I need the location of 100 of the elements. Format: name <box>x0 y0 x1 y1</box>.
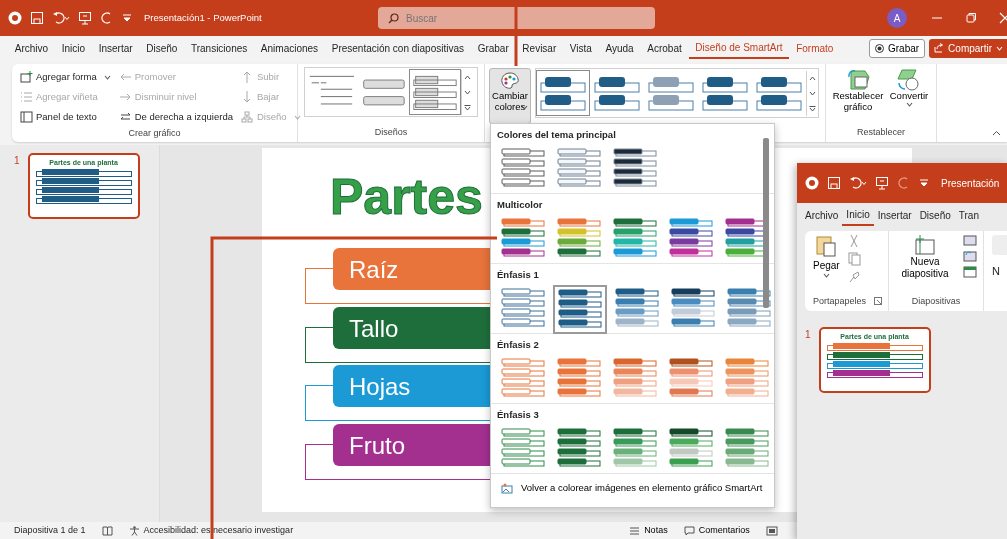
ribbon-tab[interactable]: Diseño <box>915 204 955 226</box>
layout-icon[interactable] <box>963 234 978 246</box>
ribbon-tab[interactable]: Insertar <box>873 204 916 226</box>
accessibility-status[interactable]: Accesibilidad: es necesario investigar <box>143 523 294 538</box>
ribbon-command: Promover <box>116 67 235 87</box>
ribbon-command[interactable]: Panel de texto <box>18 107 113 127</box>
palette-icon <box>500 71 520 91</box>
notes-button[interactable]: Notas <box>629 523 668 538</box>
section-heading: Multicolor <box>497 198 544 212</box>
color-scheme-drawing <box>557 218 601 259</box>
ribbon-tab[interactable]: Archivo <box>801 204 843 226</box>
ribbon-tab[interactable]: Insertar <box>91 37 140 59</box>
color-scheme-drawing <box>669 218 713 259</box>
window-title: Presentación <box>941 176 1000 191</box>
caret-icon <box>996 45 1003 51</box>
notes-book-icon[interactable] <box>101 525 113 536</box>
section-heading: Énfasis 3 <box>497 408 540 422</box>
color-scheme-drawing <box>669 428 713 469</box>
slide-number: 1 <box>805 328 811 342</box>
ribbon-tab[interactable]: Inicio <box>842 204 874 226</box>
reset-icon[interactable] <box>963 250 978 262</box>
ribbon-command[interactable]: Agregar forma <box>18 67 113 87</box>
accessibility-icon[interactable] <box>128 525 140 536</box>
add-shape-icon <box>20 71 33 83</box>
ribbon-button[interactable]: Restablecer gráfico <box>832 67 884 113</box>
ribbon-tab[interactable]: Diseño <box>139 37 185 59</box>
swap-arrows-icon <box>118 111 132 123</box>
app-logo-icon[interactable] <box>805 176 819 190</box>
ribbon-tab[interactable]: Transiciones <box>184 37 255 59</box>
notes-icon <box>629 526 641 535</box>
color-scheme-drawing <box>501 148 545 189</box>
clipboard-icon <box>815 234 838 258</box>
ribbon-tab[interactable]: Formato <box>789 37 841 59</box>
ribbon-tab[interactable]: Ayuda <box>598 37 641 59</box>
color-scheme-drawing <box>557 428 601 469</box>
color-scheme-drawing <box>615 288 659 329</box>
record-icon <box>874 43 884 53</box>
ribbon-tab[interactable]: Inicio <box>54 37 92 59</box>
color-scheme-drawing <box>557 358 601 399</box>
ribbon-button[interactable]: Convertir <box>888 67 930 113</box>
picture-icon <box>501 482 513 494</box>
ribbon-command: Diseño <box>238 107 303 127</box>
customize-icon[interactable] <box>919 178 929 188</box>
save-icon[interactable] <box>30 11 44 25</box>
slide-title: Partes <box>330 169 483 225</box>
color-scheme-drawing <box>501 288 545 329</box>
bullet-list-icon <box>20 91 33 103</box>
normal-view-icon[interactable] <box>765 525 778 536</box>
restore-icon[interactable] <box>965 12 977 24</box>
account-avatar[interactable]: A <box>887 8 907 28</box>
presenter-icon[interactable] <box>875 176 889 190</box>
ribbon-command: Agregar viñeta <box>18 87 113 107</box>
color-scheme-drawing <box>613 148 657 189</box>
right-arrow-icon <box>118 91 132 103</box>
change-colors-button[interactable]: Cambiar colores <box>489 68 531 124</box>
share-icon <box>934 43 945 53</box>
search-field[interactable]: Buscar <box>378 7 655 29</box>
section-icon[interactable] <box>963 266 978 278</box>
collapse-ribbon-icon[interactable] <box>992 130 1001 136</box>
slide-count: Diapositiva 1 de 1 <box>14 523 86 537</box>
undo-icon[interactable] <box>52 11 70 25</box>
dialog-launcher-icon[interactable] <box>874 297 883 306</box>
save-icon[interactable] <box>827 176 841 190</box>
color-scheme-drawing <box>671 288 715 329</box>
color-scheme-drawing <box>613 428 657 469</box>
ribbon-tab[interactable]: Vista <box>563 37 599 59</box>
ribbon-command: Bajar <box>238 87 303 107</box>
window-title: Presentación1 - PowerPoint <box>144 10 262 25</box>
brush-icon[interactable] <box>847 270 860 284</box>
layout-thumbnail[interactable] <box>409 69 461 115</box>
slide-number: 1 <box>14 154 20 168</box>
ribbon-command[interactable]: De derecha a izquierda <box>116 107 235 127</box>
text-pane-icon <box>20 111 33 123</box>
hierarchy-icon <box>240 111 254 123</box>
ribbon-tab[interactable]: Animaciones <box>254 37 325 59</box>
ribbon-tab[interactable]: Grabar <box>470 37 516 59</box>
ribbon-tab[interactable]: Revisar <box>515 37 564 59</box>
app-logo-icon[interactable] <box>8 11 22 25</box>
ribbon-tab[interactable]: Tran <box>954 204 983 226</box>
color-scheme-option[interactable] <box>553 285 607 334</box>
comments-button[interactable]: Comentarios <box>683 523 750 538</box>
ribbon-tab[interactable]: Presentación con diapositivas <box>324 37 471 59</box>
color-scheme-drawing <box>501 358 545 399</box>
paste-button[interactable]: Pegar <box>813 234 840 284</box>
ribbon-command: Subir <box>238 67 303 87</box>
record-button[interactable]: Grabar <box>868 38 926 58</box>
customize-icon[interactable] <box>122 13 132 23</box>
group-label: Crear gráfico <box>127 127 182 140</box>
color-scheme-drawing <box>725 358 769 399</box>
ribbon-tab[interactable]: Archivo <box>8 37 55 59</box>
ribbon-tab[interactable]: Acrobat <box>640 37 689 59</box>
undo-icon[interactable] <box>849 176 867 190</box>
presenter-icon[interactable] <box>78 11 92 25</box>
share-button[interactable]: Compartir <box>929 38 1007 58</box>
recolor-pictures-option[interactable]: Volver a colorear imágenes en elemento gráfico SmartArt <box>491 474 774 502</box>
smartart-style[interactable] <box>536 70 590 116</box>
ribbon-label: N <box>992 264 1001 279</box>
ribbon-tab[interactable]: Diseño de SmartArt <box>688 37 790 59</box>
new-slide-button[interactable]: Nueva diapositiva <box>895 234 956 280</box>
search-icon <box>388 13 399 24</box>
